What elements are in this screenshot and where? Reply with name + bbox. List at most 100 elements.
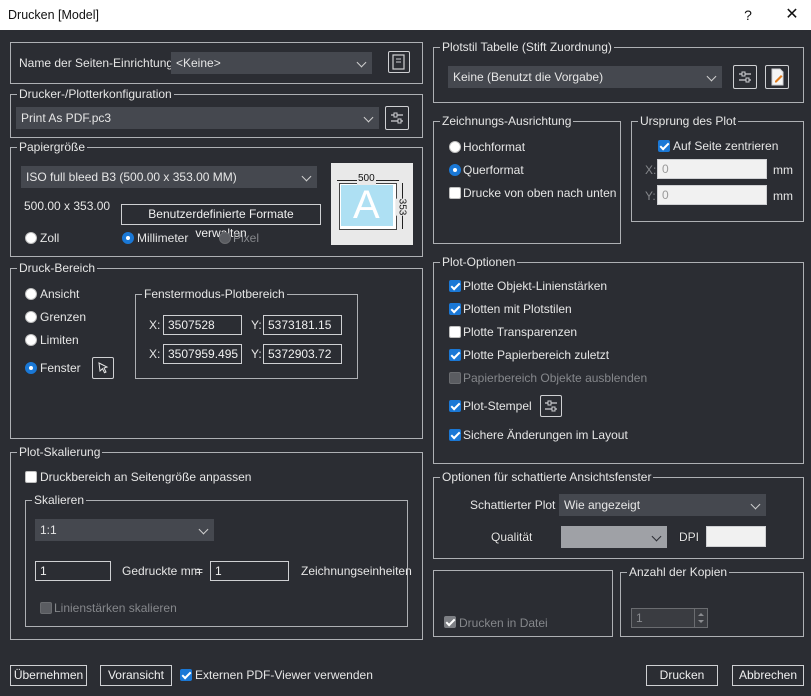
shaded-plot-select[interactable]: Wie angezeigt [559,494,766,516]
scale-select[interactable]: 1:1 [35,519,214,541]
printed-mm-input[interactable]: 1 [35,561,111,581]
window-y1-label: Y: [251,318,262,332]
area-limits-label: Limiten [40,333,79,347]
external-viewer-checkbox[interactable] [180,669,192,681]
window-x1-label: X: [149,318,161,332]
printer-properties-button[interactable] [385,106,409,130]
page-setup-icon [392,54,405,70]
paperspace-last-checkbox[interactable] [449,349,461,361]
transparency-label: Plotte Transparenzen [463,325,578,339]
copies-input[interactable]: 1 [631,608,695,628]
unit-pixel-radio[interactable] [219,232,231,244]
plot-style-edit-button[interactable] [765,65,789,89]
close-button[interactable]: ✕ [780,4,804,26]
custom-formats-button[interactable]: Benutzerdefinierte Formate verwalten [121,204,321,240]
area-window-label: Fenster [40,361,81,375]
plot-stamp-checkbox[interactable] [449,400,461,412]
paper-size-select[interactable]: ISO full bleed B3 (500.00 x 353.00 MM) [21,166,317,188]
lineweights-checkbox[interactable] [449,280,461,292]
portrait-radio[interactable] [449,141,461,153]
preview-button[interactable]: Voransicht [100,665,172,686]
dpi-label: DPI [679,530,700,544]
plot-style-select[interactable]: Keine (Benutzt die Vorgabe) [448,66,722,88]
plot-area-legend: Druck-Bereich [17,261,98,275]
plot-origin-group: Ursprung des Plot Auf Seite zentrieren X… [631,114,804,222]
upside-down-checkbox[interactable] [449,187,461,199]
window-y2-label: Y: [251,347,262,361]
landscape-radio[interactable] [449,164,461,176]
external-viewer-label: Externen PDF-Viewer verwenden [195,668,373,682]
unit-pixel-label: Pixel [233,231,260,245]
origin-x-input[interactable]: 0 [657,159,767,179]
lineweights-label: Plotte Objekt-Linienstärken [463,279,608,293]
area-window-radio[interactable] [25,362,37,374]
paper-preview-width: 500 [357,173,376,185]
hide-paperspace-checkbox[interactable] [449,372,461,384]
origin-x-label: X: [645,163,657,177]
plot-area-group: Druck-Bereich Ansicht Grenzen Limiten Fe… [10,261,423,439]
window-area-legend: Fenstermodus-Plotbereich [142,287,287,301]
page-setup-group: Name der Seiten-Einrichtung: <Keine> [10,42,423,84]
window-x2-input[interactable]: 3507959.495 [163,344,242,364]
paper-preview-height: 353 [395,198,408,216]
page-setup-select[interactable]: <Keine> [171,52,372,74]
plot-style-settings-button[interactable] [733,65,757,89]
print-button[interactable]: Drucken [646,665,718,686]
landscape-label: Querformat [463,163,524,177]
save-layout-checkbox[interactable] [449,429,461,441]
copies-group: Anzahl der Kopien 1 [620,565,804,637]
unit-mm-radio[interactable] [122,232,134,244]
printed-mm-label: Gedruckte mm [122,564,201,578]
scale-lineweights-checkbox[interactable] [40,602,52,614]
plot-options-legend: Plot-Optionen [440,255,518,269]
plot-style-group: Plotstil Tabelle (Stift Zuordnung) Keine… [433,40,804,103]
area-limits-radio[interactable] [25,334,37,346]
drawing-units-input[interactable]: 1 [210,561,289,581]
window-y1-input[interactable]: 5373181.15 [263,315,342,335]
page-setup-value: <Keine> [176,56,221,70]
window-y2-input[interactable]: 5372903.72 [263,344,342,364]
help-button[interactable]: ? [738,5,758,25]
shaded-viewport-legend: Optionen für schattierte Ansichtsfenster [440,470,654,484]
printer-select[interactable]: Print As PDF.pc3 [16,107,379,129]
pick-window-button[interactable] [92,357,114,379]
shaded-viewport-group: Optionen für schattierte Ansichtsfenster… [433,470,804,559]
scale-legend: Skalieren [32,493,87,507]
copies-spinner[interactable] [694,608,708,628]
transparency-checkbox[interactable] [449,326,461,338]
area-view-radio[interactable] [25,288,37,300]
cancel-button[interactable]: Abbrechen [732,665,804,686]
hide-paperspace-label: Papierbereich Objekte ausblenden [463,371,648,385]
area-view-label: Ansicht [40,287,80,301]
quality-label: Qualität [491,530,533,544]
unit-inch-radio[interactable] [25,232,37,244]
fit-to-paper-checkbox[interactable] [25,471,37,483]
printer-group: Drucker-/Plotterkonfiguration Print As P… [10,87,423,138]
plot-options-group: Plot-Optionen Plotte Objekt-Linienstärke… [433,255,804,464]
paper-size-legend: Papiergröße [17,140,88,154]
plotstyles-checkbox[interactable] [449,303,461,315]
page-setup-add-button[interactable] [388,51,410,73]
shaded-plot-label: Schattierter Plot [470,498,556,512]
apply-button[interactable]: Übernehmen [10,665,87,686]
save-layout-label: Sichere Änderungen im Layout [463,428,628,442]
cursor-icon [98,362,109,374]
plot-stamp-settings-button[interactable] [540,395,562,417]
plot-scaling-legend: Plot-Skalierung [17,445,103,459]
scale-lineweights-label: Linienstärken skalieren [54,601,177,615]
area-extents-label: Grenzen [40,310,87,324]
dpi-input[interactable] [706,526,766,547]
plotstyles-label: Plotten mit Plotstilen [463,302,572,316]
spinner-arrows-icon [698,613,704,623]
quality-select[interactable] [561,526,667,548]
center-plot-checkbox[interactable] [658,140,670,152]
equals-sign: = [196,564,204,578]
plot-style-value: Keine (Benutzt die Vorgabe) [453,70,604,84]
window-x1-input[interactable]: 3507528 [163,315,242,335]
area-extents-radio[interactable] [25,311,37,323]
origin-y-input[interactable]: 0 [657,185,767,205]
upside-down-label: Drucke von oben nach unten [463,186,617,200]
shaded-plot-value: Wie angezeigt [564,498,641,512]
fit-to-paper-label: Druckbereich an Seitengröße anpassen [40,470,252,484]
print-to-file-checkbox[interactable] [444,616,456,628]
